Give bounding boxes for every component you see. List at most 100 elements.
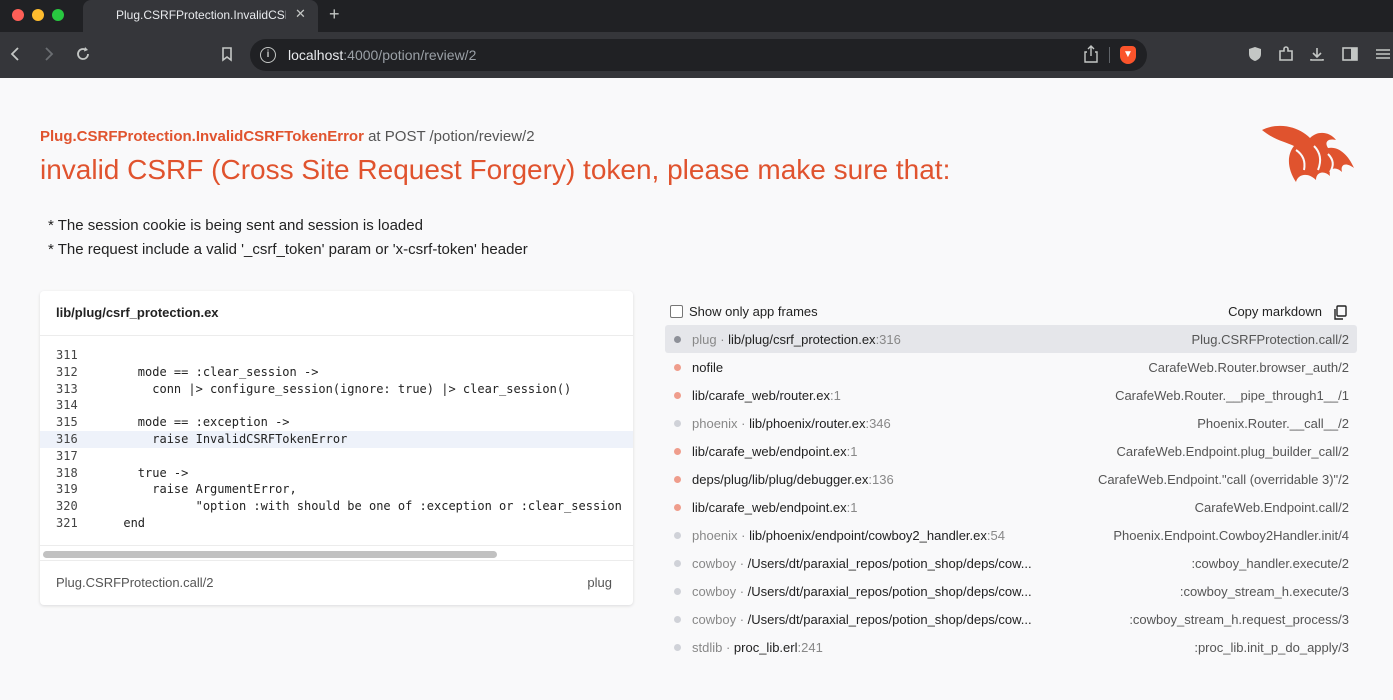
show-app-frames-label[interactable]: Show only app frames <box>689 304 818 319</box>
tip-item: * The request include a valid '_csrf_tok… <box>48 241 528 258</box>
line-text: end <box>80 515 146 530</box>
bookmark-icon[interactable] <box>217 44 237 64</box>
frame-function: Phoenix.Router.__call__/2 <box>1197 416 1349 431</box>
line-number: 315 <box>56 415 78 430</box>
stack-frame[interactable]: lib/carafe_web/endpoint.ex:1 CarafeWeb.En… <box>665 437 1357 465</box>
stack-frame[interactable]: cowboy · /Users/dt/paraxial_repos/potion… <box>665 549 1357 577</box>
close-window-button[interactable] <box>12 9 24 21</box>
frame-location: phoenix · lib/phoenix/router.ex:346 <box>692 416 891 431</box>
stack-frame[interactable]: lib/carafe_web/router.ex:1 CarafeWeb.Rout… <box>665 381 1357 409</box>
copy-icon[interactable] <box>1333 305 1347 320</box>
browser-tab[interactable]: Plug.CSRFProtection.InvalidCSRFTokenErro… <box>83 0 318 32</box>
frame-dot-icon <box>674 532 681 539</box>
zoom-window-button[interactable] <box>52 9 64 21</box>
menu-icon[interactable] <box>1373 44 1393 64</box>
line-number: 318 <box>56 465 78 480</box>
page-scrollbar[interactable] <box>1378 78 1393 700</box>
frame-location: cowboy · /Users/dt/paraxial_repos/potion… <box>692 612 1032 627</box>
code-block: 311 312 mode == :clear_session -> 313 conn… <box>40 347 633 532</box>
frame-function: Phoenix.Endpoint.Cowboy2Handler.init/4 <box>1113 528 1349 543</box>
ublock-extension-icon[interactable] <box>1245 44 1265 64</box>
frame-dot-icon <box>674 616 681 623</box>
brave-shields-icon[interactable]: ▼ <box>1120 46 1136 64</box>
code-line: 312 mode == :clear_session -> <box>40 364 633 381</box>
frame-line: :346 <box>865 416 891 431</box>
frame-location: stdlib · proc_lib.erl:241 <box>692 640 823 655</box>
frame-dot-icon <box>674 476 681 483</box>
minimize-window-button[interactable] <box>32 9 44 21</box>
code-card-footer: Plug.CSRFProtection.call/2 plug <box>40 560 633 605</box>
reload-icon[interactable] <box>73 44 93 64</box>
frame-location: plug · lib/plug/csrf_protection.ex:316 <box>692 332 901 347</box>
stack-frame[interactable]: deps/plug/lib/plug/debugger.ex:136 Carafe… <box>665 465 1357 493</box>
frame-file: lib/phoenix/endpoint/cowboy2_handler.ex <box>749 528 987 543</box>
forward-icon[interactable] <box>38 44 58 64</box>
code-line: 317 <box>40 448 633 465</box>
footer-app: plug <box>587 575 612 590</box>
stack-frame[interactable]: phoenix · lib/phoenix/endpoint/cowboy2_h… <box>665 521 1357 549</box>
error-tips: * The session cookie is being sent and s… <box>48 214 528 262</box>
frame-line: :316 <box>875 332 901 347</box>
stack-frame[interactable]: plug · lib/plug/csrf_protection.ex:316 Pl… <box>665 325 1357 353</box>
line-number: 316 <box>56 431 78 446</box>
show-app-frames-checkbox[interactable] <box>670 305 683 318</box>
frame-dot-icon <box>674 336 681 343</box>
new-tab-icon[interactable]: + <box>329 4 340 24</box>
back-icon[interactable] <box>6 44 26 64</box>
tab-title: Plug.CSRFProtection.InvalidCSRFTokenErro… <box>116 8 286 22</box>
code-scrollbar-thumb[interactable] <box>43 551 497 558</box>
frame-location: lib/carafe_web/router.ex:1 <box>692 388 841 403</box>
code-snippet-card: lib/plug/csrf_protection.ex 311 312 mode … <box>40 291 633 605</box>
frame-function: CarafeWeb.Router.__pipe_through1__/1 <box>1115 388 1349 403</box>
line-number: 321 <box>56 515 78 530</box>
url-text[interactable]: localhost:4000/potion/review/2 <box>288 47 476 63</box>
frame-file: lib/carafe_web/endpoint.ex <box>692 500 847 515</box>
frame-line: :1 <box>830 388 841 403</box>
extensions-icon[interactable] <box>1276 44 1296 64</box>
line-text: conn |> configure_session(ignore: true) … <box>80 381 572 396</box>
code-line: 311 <box>40 347 633 364</box>
stack-frame[interactable]: cowboy · /Users/dt/paraxial_repos/potion… <box>665 577 1357 605</box>
frame-function: :cowboy_stream_h.execute/3 <box>1179 584 1349 599</box>
frame-file: lib/phoenix/router.ex <box>749 416 866 431</box>
frame-dot-icon <box>674 420 681 427</box>
frame-app: phoenix · <box>692 528 750 543</box>
code-card-header: lib/plug/csrf_protection.ex <box>40 291 633 336</box>
sidebar-icon[interactable] <box>1340 44 1360 64</box>
omnibox-divider <box>1109 47 1110 63</box>
frame-location: cowboy · /Users/dt/paraxial_repos/potion… <box>692 584 1032 599</box>
code-scrollbar[interactable] <box>40 545 633 559</box>
frame-app: stdlib · <box>692 640 734 655</box>
stack-frame[interactable]: nofile CarafeWeb.Router.browser_auth/2 <box>665 353 1357 381</box>
code-line: 318 true -> <box>40 465 633 482</box>
code-line: 314 <box>40 397 633 414</box>
stack-frame[interactable]: stdlib · proc_lib.erl:241:proc_lib.init_… <box>665 633 1357 661</box>
frame-dot-icon <box>674 504 681 511</box>
frame-function: CarafeWeb.Endpoint."call (overridable 3)… <box>1097 472 1349 487</box>
frame-file: /Users/dt/paraxial_repos/potion_shop/dep… <box>747 612 1032 627</box>
line-text: raise ArgumentError, <box>80 482 297 497</box>
line-number: 311 <box>56 348 78 362</box>
copy-markdown-button[interactable]: Copy markdown <box>1228 304 1322 319</box>
frames-toolbar: Show only app frames Copy markdown <box>665 302 1357 322</box>
frame-dot-icon <box>674 644 681 651</box>
frame-file: lib/plug/csrf_protection.ex <box>728 332 876 347</box>
frame-line: :1 <box>846 444 858 459</box>
address-bar[interactable]: i localhost:4000/potion/review/2 ▼ <box>250 39 1147 71</box>
frame-dot-icon <box>674 560 681 567</box>
frame-location: nofile <box>692 360 723 375</box>
share-icon[interactable] <box>1084 45 1098 66</box>
stack-frame[interactable]: cowboy · /Users/dt/paraxial_repos/potion… <box>665 605 1357 633</box>
frame-function: CarafeWeb.Endpoint.call/2 <box>1194 500 1349 515</box>
stack-frame[interactable]: phoenix · lib/phoenix/router.ex:346 Phoen… <box>665 409 1357 437</box>
code-line: 321 end <box>40 515 633 532</box>
download-icon[interactable] <box>1307 44 1327 64</box>
frame-app: plug · <box>692 332 729 347</box>
site-info-icon[interactable]: i <box>260 47 276 63</box>
frame-dot-icon <box>674 364 681 371</box>
frame-file: nofile <box>692 360 724 375</box>
frame-line: :54 <box>986 528 1005 543</box>
line-text: mode == :clear_session -> <box>80 364 319 379</box>
stack-frame[interactable]: lib/carafe_web/endpoint.ex:1 CarafeWeb.En… <box>665 493 1357 521</box>
close-tab-icon[interactable]: ✕ <box>295 6 306 22</box>
